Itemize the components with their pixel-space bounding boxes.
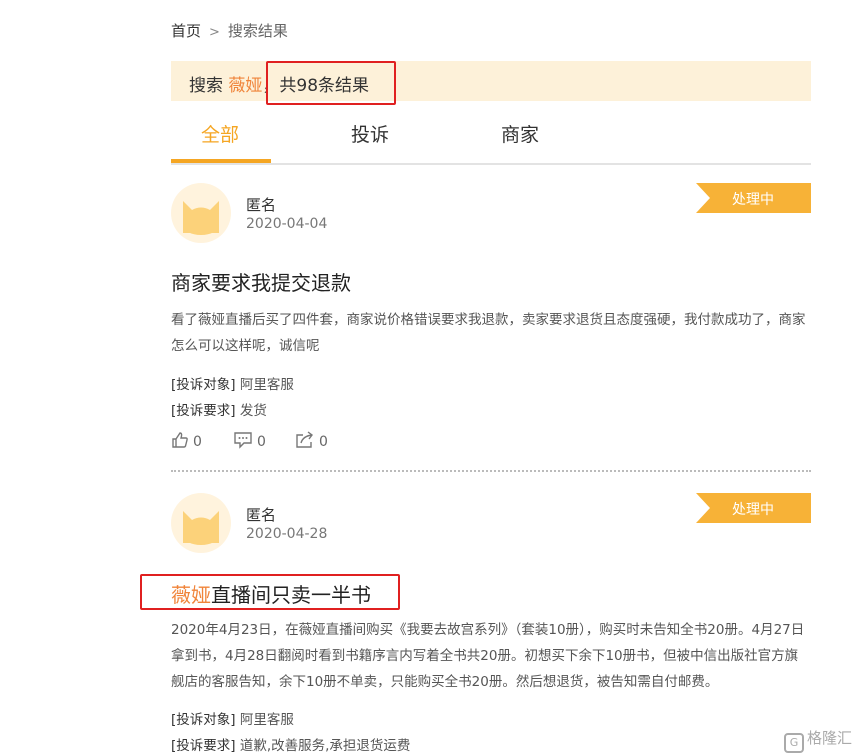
complaint-card[interactable]: 匿名 2020-04-28 处理中 薇娅直播间只卖一半书 2020年4月23日，…	[171, 493, 811, 756]
complaint-date: 2020-04-28	[246, 526, 328, 542]
complaint-target: [投诉对象] 阿里客服	[171, 373, 294, 393]
complaint-date: 2020-04-04	[246, 216, 328, 232]
complaint-target: [投诉对象] 阿里客服	[171, 708, 294, 728]
like-button[interactable]: 0	[171, 431, 202, 450]
complaint-description: 看了薇娅直播后买了四件套，商家说价格错误要求我退款，卖家要求退货且态度强硬，我付…	[171, 312, 806, 354]
demand-value: 发货	[239, 403, 267, 419]
search-prefix: 搜索	[189, 76, 229, 96]
complaint-description: 2020年4月23日，在薇娅直播间购买《我要去故宫系列》（套装10册），购买时未…	[171, 622, 805, 690]
cat-avatar-icon	[183, 201, 219, 235]
demand-value: 道歉,改善服务,承担退货运费	[239, 738, 411, 754]
target-value: 阿里客服	[239, 712, 294, 728]
avatar	[171, 493, 231, 553]
user-name: 匿名	[246, 196, 277, 214]
status-badge: 处理中	[696, 183, 811, 213]
tab-bar: 全部 投诉 商家	[171, 108, 811, 165]
breadcrumb-home-link[interactable]: 首页	[171, 22, 201, 40]
watermark: G 格隆汇	[784, 727, 852, 753]
demand-label: [投诉要求]	[171, 738, 236, 754]
title-text: 商家要求我提交退款	[171, 271, 351, 295]
search-keyword: 薇娅	[228, 76, 263, 96]
complaint-card[interactable]: 匿名 2020-04-04 处理中 商家要求我提交退款 看了薇娅直播后买了四件套…	[171, 183, 811, 473]
share-count: 0	[319, 434, 328, 450]
comment-count: 0	[257, 434, 266, 450]
demand-label: [投诉要求]	[171, 403, 236, 419]
comment-button[interactable]: 0	[233, 431, 266, 450]
watermark-text: 格隆汇	[807, 729, 853, 747]
complaint-demand: [投诉要求] 道歉,改善服务,承担退货运费	[171, 734, 410, 754]
target-label: [投诉对象]	[171, 377, 236, 393]
status-label: 处理中	[732, 502, 774, 518]
active-tab-indicator	[171, 159, 271, 163]
cat-avatar-icon	[183, 511, 219, 545]
share-icon	[296, 431, 313, 448]
user-name: 匿名	[246, 506, 277, 524]
tab-complaints[interactable]: 投诉	[351, 120, 389, 147]
breadcrumb-current: 搜索结果	[227, 22, 288, 40]
comment-icon	[234, 432, 252, 449]
thumbs-up-icon	[172, 432, 188, 448]
title-highlight-box	[140, 574, 400, 610]
result-count-highlight-box	[266, 61, 396, 105]
gelonghui-logo-icon: G	[784, 733, 804, 753]
complaint-demand: [投诉要求] 发货	[171, 399, 267, 419]
tab-merchants[interactable]: 商家	[501, 120, 539, 147]
breadcrumb-separator: >	[209, 25, 220, 40]
status-badge: 处理中	[696, 493, 811, 523]
target-value: 阿里客服	[239, 377, 294, 393]
breadcrumb: 首页 > 搜索结果	[171, 20, 288, 41]
complaint-title[interactable]: 商家要求我提交退款	[171, 267, 351, 296]
status-label: 处理中	[732, 192, 774, 208]
tab-all[interactable]: 全部	[201, 120, 239, 147]
card-divider	[171, 470, 811, 472]
share-button[interactable]: 0	[295, 431, 328, 450]
target-label: [投诉对象]	[171, 712, 236, 728]
like-count: 0	[193, 434, 202, 450]
avatar	[171, 183, 231, 243]
